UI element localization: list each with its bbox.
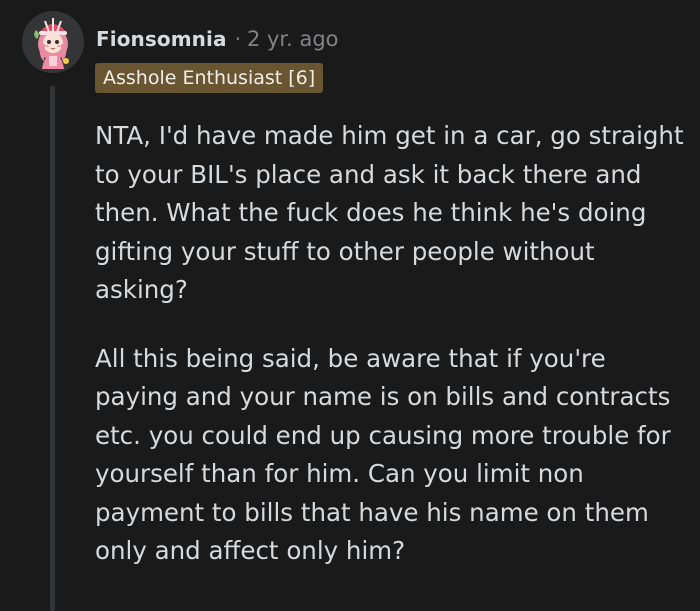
timestamp[interactable]: 2 yr. ago: [247, 27, 339, 51]
user-avatar-icon[interactable]: [22, 11, 84, 73]
username[interactable]: Fionsomnia: [96, 27, 227, 51]
thread-collapse-line[interactable]: [50, 86, 55, 611]
comment-paragraph: All this being said, be aware that if yo…: [95, 343, 671, 566]
user-flair: Asshole Enthusiast [6]: [95, 63, 324, 93]
comment: Fionsomnia · 2 yr. ago Asshole Enthusias…: [0, 0, 700, 611]
meta-separator: ·: [234, 27, 241, 51]
comment-meta: Fionsomnia · 2 yr. ago: [96, 24, 339, 54]
comment-body: NTA, I'd have made him get in a car, go …: [95, 117, 691, 571]
comment-paragraph: NTA, I'd have made him get in a car, go …: [95, 121, 684, 304]
